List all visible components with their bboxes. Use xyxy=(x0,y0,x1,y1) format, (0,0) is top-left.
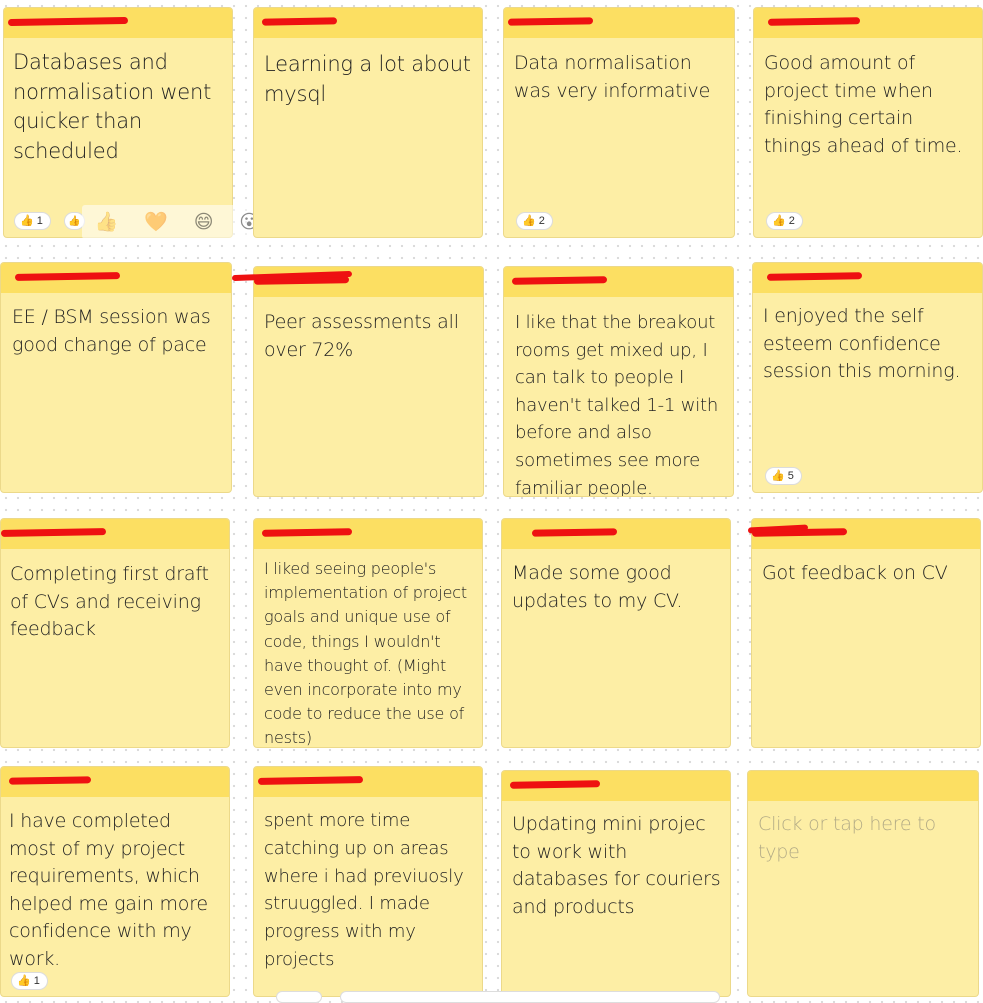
reaction-count: 2 xyxy=(788,215,795,227)
reaction-count: 5 xyxy=(787,470,794,482)
redacted-author xyxy=(261,528,353,537)
note-text: Made some good updates to my CV. xyxy=(512,562,683,612)
reaction-thumbs-up[interactable]: 👍 1 xyxy=(11,972,48,990)
sticky-note-13[interactable]: I have completed most of my project requ… xyxy=(0,766,230,997)
redacted-author xyxy=(767,17,861,26)
redacted-author xyxy=(1,528,107,537)
thumbs-up-icon: 👍 xyxy=(771,469,785,482)
note-text: Learning a lot about mysql xyxy=(264,52,471,106)
redacted-author xyxy=(261,17,338,26)
toolbar-pill[interactable] xyxy=(276,991,322,1003)
note-text: Good amount of project time when finishi… xyxy=(764,52,963,157)
sticky-note-12[interactable]: Got feedback on CV xyxy=(751,518,981,748)
note-text: Peer assessments all over 72% xyxy=(264,311,459,361)
sticky-note-3[interactable]: Data normalisation was very informative … xyxy=(503,7,735,238)
sticky-note-5[interactable]: EE / BSM session was good change of pace xyxy=(0,262,232,493)
thumbs-up-icon[interactable]: 👍 xyxy=(95,210,119,234)
toolbar-pill[interactable] xyxy=(340,991,720,1003)
reaction-thumbs-up[interactable]: 👍 1 xyxy=(14,212,51,230)
note-text: I have completed most of my project requ… xyxy=(9,810,208,970)
redacted-author xyxy=(257,776,364,785)
redacted-author xyxy=(507,17,594,26)
sticky-note-11[interactable]: Made some good updates to my CV. xyxy=(501,518,731,748)
note-header xyxy=(1,519,229,549)
redacted-author xyxy=(511,276,608,285)
note-header xyxy=(254,267,483,297)
thumbs-up-icon: 👍 xyxy=(772,214,786,227)
note-header xyxy=(1,263,231,293)
note-text: EE / BSM session was good change of pace xyxy=(12,306,211,356)
redacted-author xyxy=(509,780,601,789)
sticky-note-9[interactable]: Completing first draft of CVs and receiv… xyxy=(0,518,230,748)
sticky-note-15[interactable]: Updating mini projec to work with databa… xyxy=(501,770,731,997)
note-header xyxy=(754,8,982,38)
thumbs-up-icon: 👍 xyxy=(522,214,536,227)
note-text: Data normalisation was very informative xyxy=(514,52,711,102)
redacted-author xyxy=(14,272,121,281)
note-header xyxy=(502,771,730,801)
note-header xyxy=(254,767,482,797)
reaction-thumbs-up[interactable]: 👍 2 xyxy=(516,212,553,230)
note-header xyxy=(1,767,229,797)
note-header xyxy=(504,8,734,38)
note-text: Databases and normalisation went quicker… xyxy=(13,50,212,163)
note-header xyxy=(254,8,482,38)
sticky-note-2[interactable]: Learning a lot about mysql xyxy=(253,7,483,238)
note-text: Updating mini projec to work with databa… xyxy=(512,813,721,918)
note-header xyxy=(4,8,232,38)
redacted-author xyxy=(8,776,92,785)
note-header xyxy=(748,771,978,801)
note-header xyxy=(752,519,980,549)
note-placeholder[interactable]: Click or tap here to type xyxy=(758,811,970,866)
thumbs-up-icon: 👍 xyxy=(17,974,31,987)
note-text: Completing first draft of CVs and receiv… xyxy=(10,563,209,640)
note-header xyxy=(254,519,482,549)
laugh-icon[interactable]: 😄 xyxy=(194,211,214,234)
sticky-note-16[interactable]: Click or tap here to type xyxy=(747,770,979,997)
redacted-author xyxy=(7,16,129,27)
sticky-note-6[interactable]: Peer assessments all over 72% xyxy=(253,266,484,497)
heart-icon[interactable]: 🧡 xyxy=(144,210,168,234)
note-text: Got feedback on CV xyxy=(762,562,948,584)
sticky-note-1[interactable]: Databases and normalisation went quicker… xyxy=(3,7,233,238)
note-text: spent more time catching up on areas whe… xyxy=(264,810,464,970)
redacted-author xyxy=(531,528,618,537)
sticky-note-7[interactable]: I like that the breakout rooms get mixed… xyxy=(503,266,734,497)
reaction-count: 1 xyxy=(33,975,40,987)
reaction-thumbs-up[interactable]: 👍 2 xyxy=(766,212,803,230)
note-text: I enjoyed the self esteem confidence ses… xyxy=(763,305,961,382)
note-header xyxy=(504,267,733,297)
note-header xyxy=(502,519,730,549)
note-header xyxy=(753,263,982,293)
sticky-note-14[interactable]: spent more time catching up on areas whe… xyxy=(253,766,483,997)
note-text: I like that the breakout rooms get mixed… xyxy=(515,312,719,497)
note-text: I liked seeing people's implementation o… xyxy=(264,559,467,748)
reaction-thumbs-up[interactable]: 👍 5 xyxy=(765,467,802,485)
sticky-note-4[interactable]: Good amount of project time when finishi… xyxy=(753,7,983,238)
reaction-count: 1 xyxy=(36,215,43,227)
redacted-author xyxy=(766,272,863,281)
sticky-note-8[interactable]: I enjoyed the self esteem confidence ses… xyxy=(752,262,983,493)
reaction-picker: 👍 🧡 😄 😮 xyxy=(82,205,272,239)
sticky-note-10[interactable]: I liked seeing people's implementation o… xyxy=(253,518,483,748)
reaction-count: 2 xyxy=(538,215,545,227)
thumbs-up-icon: 👍 xyxy=(20,214,34,227)
